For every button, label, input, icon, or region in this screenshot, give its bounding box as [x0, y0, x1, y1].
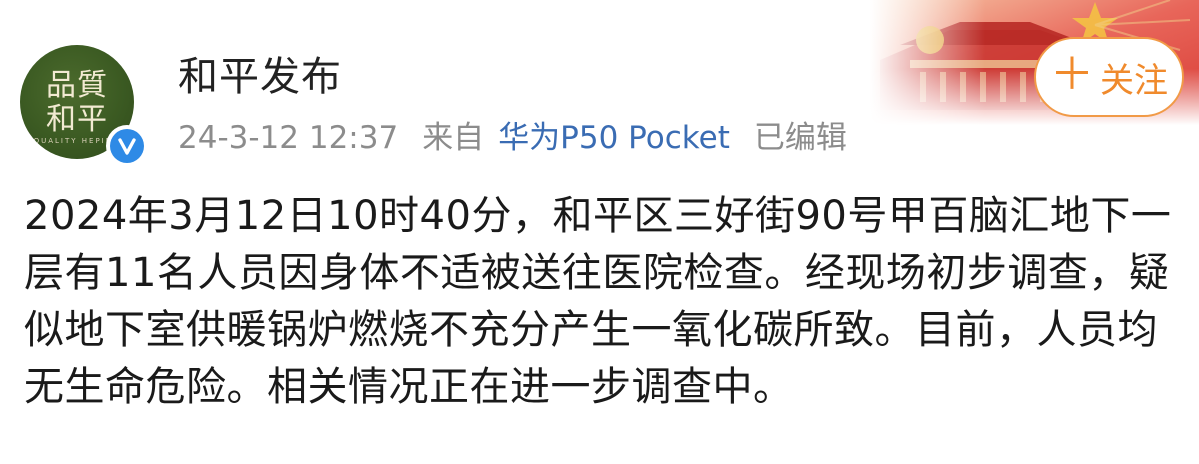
- svg-text:品質: 品質: [46, 68, 108, 103]
- avatar-container[interactable]: 品質 和平 QUALITY HEPING: [20, 45, 148, 167]
- source-prefix: 来自: [422, 120, 485, 156]
- verified-v-icon: [110, 129, 144, 163]
- source-device-link[interactable]: 华为P50 Pocket: [498, 112, 730, 157]
- verified-badge: [106, 125, 148, 167]
- user-name[interactable]: 和平发布: [178, 44, 342, 102]
- edited-label[interactable]: 已编辑: [754, 112, 847, 157]
- weibo-post: 品質 和平 QUALITY HEPING 和平发布 24-3-12 12:37 来…: [0, 0, 1199, 464]
- follow-label: 关注: [1100, 60, 1168, 101]
- svg-text:和平: 和平: [46, 102, 108, 137]
- post-body-text: 2024年3月12日10时40分，和平区三好街90号甲百脑汇地下一层有11名人员…: [24, 193, 1172, 410]
- plus-icon: ＋: [1050, 49, 1094, 100]
- post-timestamp: 24-3-12 12:37: [178, 120, 399, 156]
- post-meta: 24-3-12 12:37 来自 华为P50 Pocket 已编辑: [178, 112, 847, 157]
- follow-button[interactable]: ＋ 关注: [1034, 37, 1184, 117]
